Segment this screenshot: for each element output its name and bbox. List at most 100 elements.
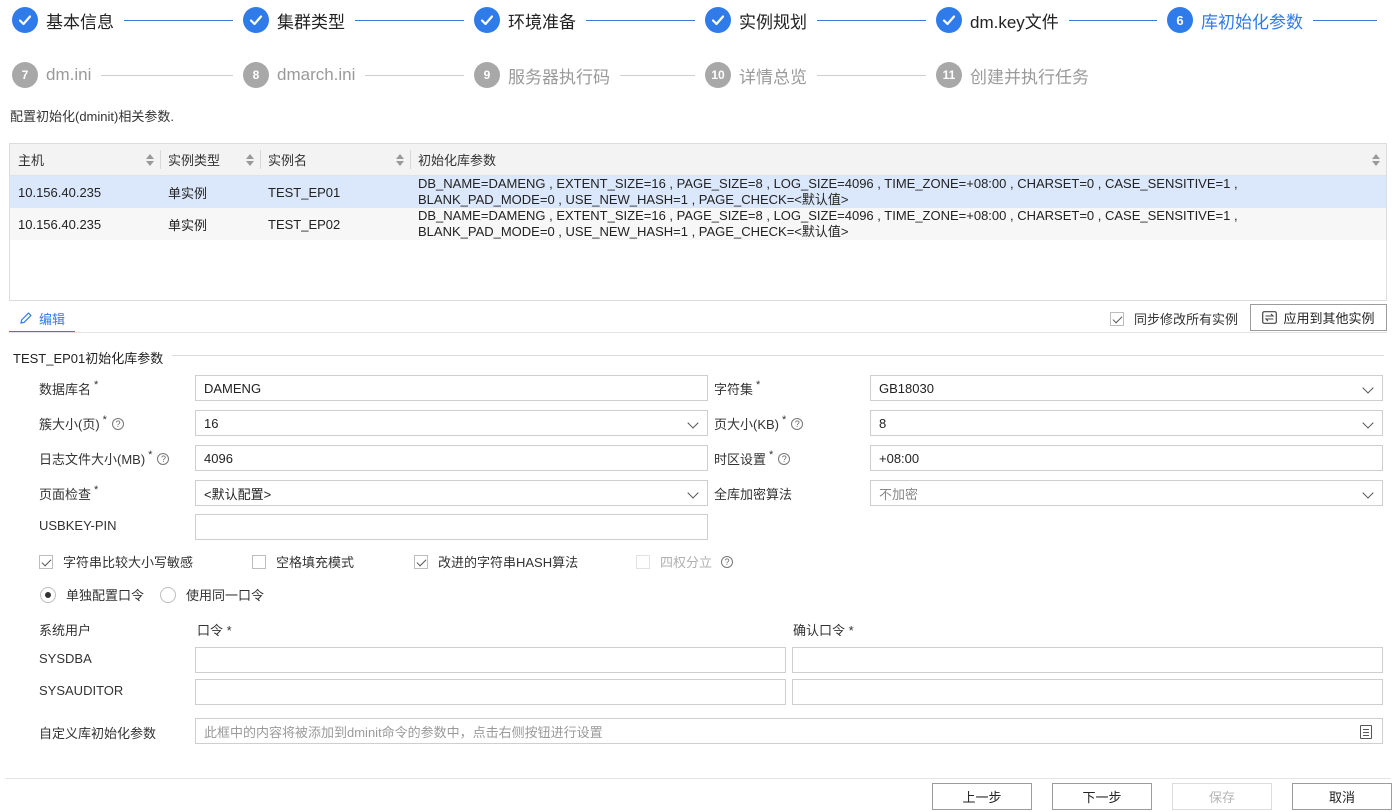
step-label: dm.ini	[46, 65, 92, 84]
help-icon[interactable]: ?	[778, 452, 791, 465]
sort-icon[interactable]	[396, 153, 404, 167]
step-label: 服务器执行码	[508, 67, 610, 87]
encrypt-select[interactable]: 不加密	[870, 480, 1383, 506]
apply-to-others-button[interactable]: 应用到其他实例	[1250, 304, 1387, 331]
radio-same-password[interactable]: 使用同一口令	[160, 585, 264, 604]
step-connector	[355, 19, 464, 21]
radio-separate-password[interactable]: 单独配置口令	[40, 585, 144, 604]
pwd-header-confirm: 确认口令 *	[793, 623, 854, 638]
charset-select[interactable]: GB18030	[870, 375, 1383, 401]
step-create-task[interactable]: 11 创建并执行任务	[936, 61, 1156, 89]
help-icon[interactable]: ?	[721, 555, 734, 568]
divider	[5, 778, 1391, 779]
timezone-input[interactable]: +08:00	[870, 445, 1383, 471]
db-name-label: 数据库名 *	[39, 378, 99, 398]
user-sysauditor-label: SYSAUDITOR	[39, 683, 124, 698]
usbkey-input[interactable]	[195, 514, 708, 540]
column-header-type[interactable]: 实例类型	[160, 144, 260, 175]
checkbox-box[interactable]	[1110, 311, 1124, 326]
cell-name: TEST_EP01	[268, 184, 341, 200]
help-icon[interactable]: ?	[111, 417, 124, 430]
sort-icon[interactable]	[146, 153, 154, 167]
chevron-down-icon	[1362, 417, 1374, 429]
page-check-select[interactable]: <默认配置>	[195, 480, 708, 506]
next-button[interactable]: 下一步	[1052, 783, 1152, 810]
sync-all-checkbox[interactable]: 同步修改所有实例	[1110, 309, 1238, 328]
db-name-input[interactable]: DAMENG	[195, 375, 708, 401]
blank-pad-checkbox[interactable]: 空格填充模式	[252, 552, 354, 571]
sysdba-confirm-input[interactable]	[792, 647, 1383, 673]
page-description: 配置初始化(dminit)相关参数.	[10, 109, 174, 124]
new-hash-checkbox[interactable]: 改进的字符串HASH算法	[414, 552, 578, 571]
swap-icon	[1262, 311, 1278, 324]
usbkey-label: USBKEY-PIN	[39, 518, 117, 533]
pwd-header-password: 口令 *	[197, 623, 232, 638]
sysauditor-password-input[interactable]	[195, 679, 786, 705]
step-connector	[817, 19, 926, 21]
checkbox-box[interactable]	[39, 554, 53, 569]
cancel-button[interactable]: 取消	[1292, 783, 1392, 810]
step-dm-key[interactable]: dm.key文件	[936, 6, 1167, 34]
table-row[interactable]: 10.156.40.235 单实例 TEST_EP02 DB_NAME=DAME…	[10, 208, 1386, 240]
checkbox-box[interactable]	[414, 554, 428, 569]
tab-edit[interactable]: 编辑	[9, 305, 76, 333]
check-icon	[936, 7, 962, 33]
timezone-label: 时区设置 * ?	[714, 449, 791, 468]
help-icon[interactable]: ?	[157, 452, 170, 465]
help-icon[interactable]: ?	[791, 417, 804, 430]
extent-size-select[interactable]: 16	[195, 410, 708, 436]
step-label: 创建并执行任务	[970, 67, 1089, 87]
step-instance-plan[interactable]: 实例规划	[705, 6, 936, 34]
step-basic-info[interactable]: 基本信息	[12, 6, 243, 34]
log-size-input[interactable]: 4096	[195, 445, 708, 471]
column-header-params[interactable]: 初始化库参数	[410, 144, 1386, 175]
check-icon	[243, 7, 269, 33]
charset-label: 字符集 *	[714, 378, 761, 398]
page-check-label: 页面检查 *	[39, 483, 99, 503]
pencil-icon	[20, 312, 32, 324]
step-cluster-type[interactable]: 集群类型	[243, 6, 474, 34]
prev-button[interactable]: 上一步	[932, 783, 1032, 810]
checkbox-box[interactable]	[252, 554, 266, 569]
cell-params: DB_NAME=DAMENG , EXTENT_SIZE=16 , PAGE_S…	[418, 176, 1238, 207]
encrypt-label: 全库加密算法	[714, 487, 793, 502]
document-icon[interactable]	[1360, 725, 1372, 739]
table-row[interactable]: 10.156.40.235 单实例 TEST_EP01 DB_NAME=DAME…	[10, 176, 1386, 208]
step-connector	[620, 74, 695, 76]
column-header-host[interactable]: 主机	[10, 144, 160, 175]
case-sensitive-checkbox[interactable]: 字符串比较大小写敏感	[39, 552, 193, 571]
sort-icon[interactable]	[246, 153, 254, 167]
step-server-code[interactable]: 9 服务器执行码	[474, 61, 705, 89]
radio-button[interactable]	[160, 586, 176, 603]
step-label: 实例规划	[739, 12, 807, 32]
step-overview[interactable]: 10 详情总览	[705, 61, 936, 89]
save-button[interactable]: 保存	[1172, 783, 1272, 810]
sysdba-password-input[interactable]	[195, 647, 786, 673]
step-label: 集群类型	[277, 12, 345, 32]
pwd-header-user: 系统用户	[39, 623, 92, 638]
divider	[172, 355, 1384, 356]
sysauditor-confirm-input[interactable]	[792, 679, 1383, 705]
step-label: 基本信息	[46, 12, 114, 32]
cell-name: TEST_EP02	[268, 216, 341, 232]
cell-host: 10.156.40.235	[18, 184, 102, 200]
step-label: dmarch.ini	[277, 65, 356, 84]
four-power-checkbox[interactable]: 四权分立 ?	[636, 552, 734, 571]
radio-button[interactable]	[40, 586, 56, 603]
step-label: dm.key文件	[970, 12, 1059, 32]
checkbox-box[interactable]	[636, 554, 650, 569]
cell-type: 单实例	[168, 185, 208, 201]
step-dmarch-ini[interactable]: 8 dmarch.ini	[243, 61, 474, 89]
check-icon	[474, 7, 500, 33]
step-connector	[1068, 19, 1157, 21]
custom-params-input[interactable]: 此框中的内容将被添加到dminit命令的参数中，点击右侧按钮进行设置	[195, 718, 1383, 744]
page-size-label: 页大小(KB) * ?	[714, 414, 804, 433]
step-env-prep[interactable]: 环境准备	[474, 6, 705, 34]
step-number: 8	[243, 62, 269, 88]
step-dm-ini[interactable]: 7 dm.ini	[12, 61, 243, 89]
step-connector	[1313, 19, 1377, 21]
step-db-init-params[interactable]: 6 库初始化参数	[1167, 6, 1387, 34]
sort-icon[interactable]	[1372, 153, 1380, 167]
column-header-name[interactable]: 实例名	[260, 144, 410, 175]
page-size-select[interactable]: 8	[870, 410, 1383, 436]
